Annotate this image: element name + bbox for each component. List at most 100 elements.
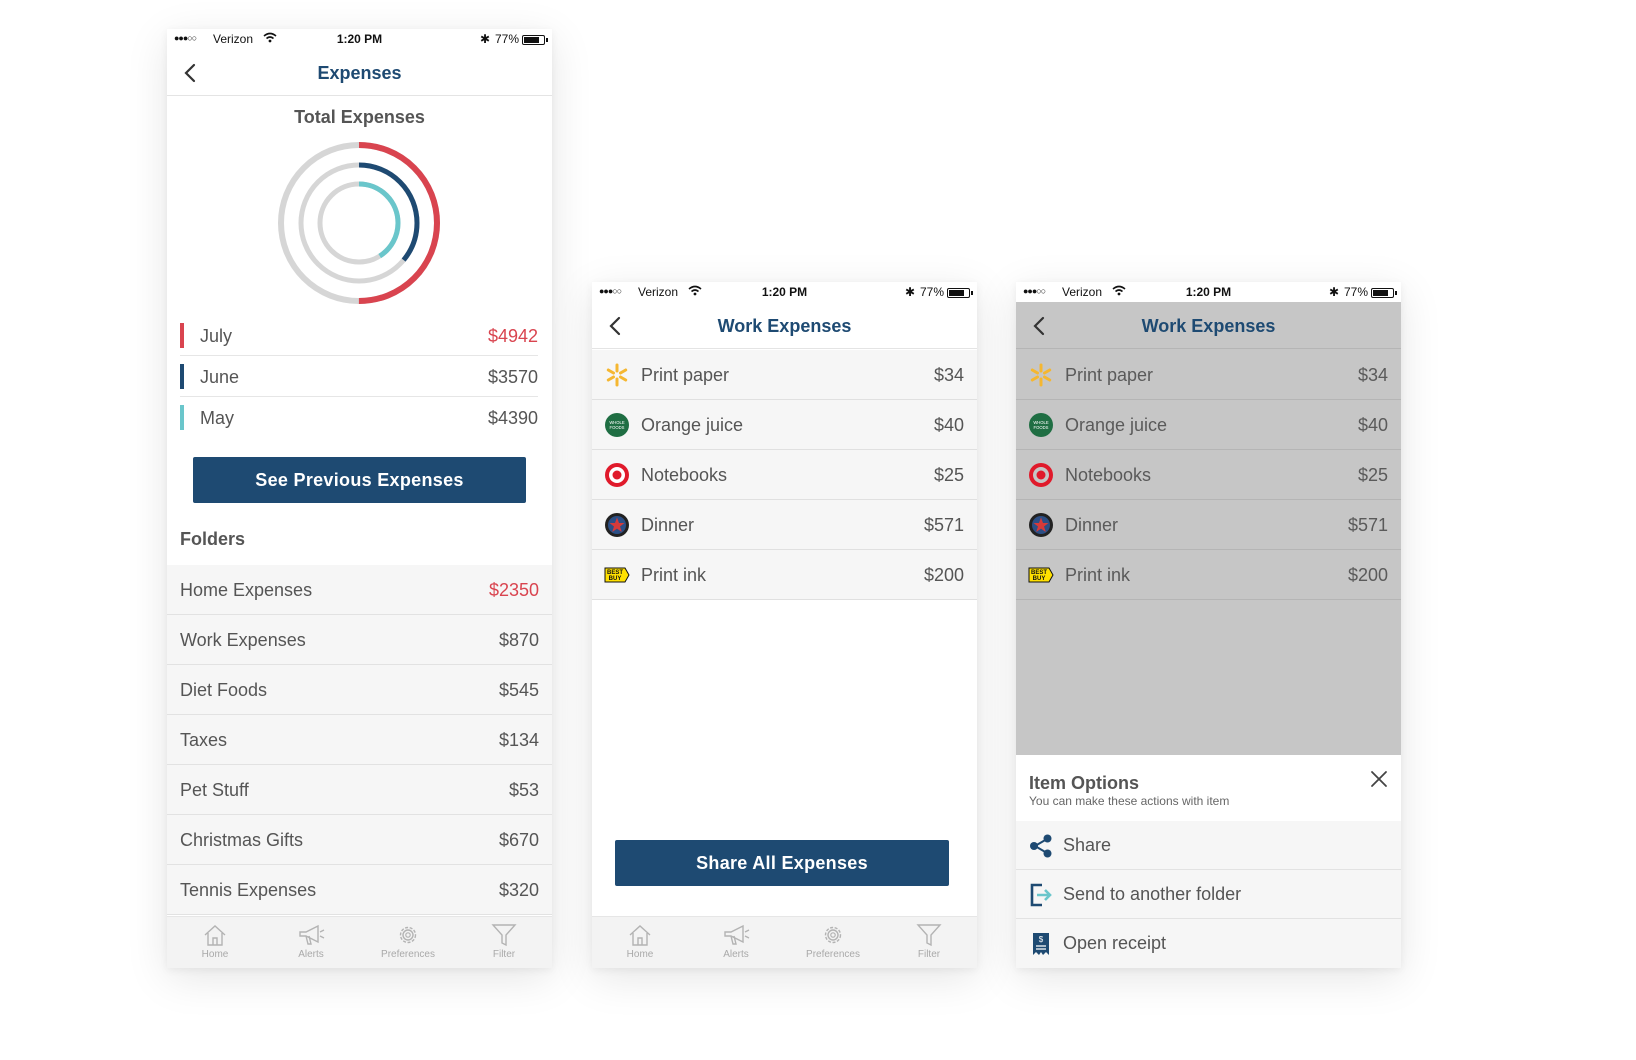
- tab-alerts[interactable]: Alerts: [263, 923, 359, 960]
- folder-amount: $870: [498, 630, 539, 650]
- item-amount: $571: [1347, 515, 1388, 535]
- gear-icon: [399, 926, 417, 944]
- item-options-screen: ●●●○○ Verizon 1:20 PM ✱ 77% Work Expense…: [1016, 282, 1401, 968]
- svg-text:BUY: BUY: [609, 576, 622, 582]
- item-label: Dinner: [1065, 515, 1119, 535]
- tab-bar: Home Alerts Preferences Filter: [592, 916, 977, 968]
- bluetooth-icon: ✱: [1328, 285, 1339, 299]
- receipt-icon: $: [1033, 933, 1049, 955]
- tab-label: Preferences: [381, 949, 435, 960]
- svg-text:FOODS: FOODS: [610, 425, 625, 430]
- item-label: Notebooks: [641, 465, 728, 485]
- tab-label: Home: [201, 949, 229, 960]
- month-amount: $4942: [487, 326, 538, 346]
- folder-label: Pet Stuff: [180, 780, 249, 800]
- battery-icon: [522, 35, 548, 45]
- item-label: Notebooks: [1065, 465, 1152, 485]
- tab-label: Alerts: [298, 949, 324, 960]
- page-title: Work Expenses: [717, 316, 852, 336]
- tab-label: Preferences: [806, 949, 860, 960]
- home-icon: [629, 925, 651, 946]
- tab-home[interactable]: Home: [167, 923, 263, 960]
- svg-text:$: $: [1039, 935, 1044, 944]
- folder-label: Taxes: [180, 730, 228, 750]
- item-amount: $34: [1357, 365, 1388, 385]
- star-badge-logo-icon: [605, 513, 629, 537]
- tab-preferences[interactable]: Preferences: [360, 923, 456, 960]
- tab-filter[interactable]: Filter: [881, 923, 977, 960]
- expense-row-notebooks[interactable]: Notebooks $25: [1016, 450, 1401, 500]
- expense-rings-chart: [278, 142, 440, 304]
- battery-percent: 77%: [1343, 285, 1368, 299]
- expense-row-dinner[interactable]: Dinner $571: [592, 500, 977, 550]
- sheet-subtitle: You can make these actions with item: [1029, 794, 1230, 808]
- page-title: Expenses: [317, 63, 402, 83]
- sheet-title: Item Options: [1029, 773, 1140, 793]
- status-bar: ●●●○○ Verizon 1:20 PM ✱ 77%: [592, 282, 977, 302]
- target-logo-icon: [605, 463, 629, 487]
- expense-item-list: Print paper $34 WHOLE FOODS Orange juice …: [592, 350, 977, 600]
- folder-row-work-expenses[interactable]: Work Expenses $870: [167, 615, 552, 665]
- tab-filter[interactable]: Filter: [456, 923, 552, 960]
- options-list: Share Send to another folder $ Open rece…: [1016, 821, 1401, 968]
- expense-row-print-paper[interactable]: Print paper $34: [592, 350, 977, 400]
- month-amount: $4390: [487, 408, 538, 428]
- month-row-july[interactable]: July $4942: [180, 315, 538, 356]
- expense-row-orange-juice[interactable]: WHOLE FOODS Orange juice $40: [592, 400, 977, 450]
- see-previous-expenses-button[interactable]: See Previous Expenses: [193, 457, 526, 503]
- tab-label: Home: [626, 949, 654, 960]
- star-badge-logo-icon: [1029, 513, 1053, 537]
- walmart-logo-icon: [606, 363, 628, 387]
- work-expenses-screen: ●●●○○ Verizon 1:20 PM ✱ 77% Work Expense…: [592, 282, 977, 968]
- expense-item-list: Print paper $34 WHOLE FOODS Orange juice …: [1016, 350, 1401, 600]
- folder-label: Christmas Gifts: [180, 830, 304, 850]
- tab-home[interactable]: Home: [592, 923, 688, 960]
- folder-row-home-expenses[interactable]: Home Expenses $2350: [167, 565, 552, 615]
- whole-foods-logo-icon: WHOLEFOODS: [605, 413, 629, 437]
- legend-swatch: [180, 405, 184, 430]
- svg-text:BUY: BUY: [1033, 576, 1046, 582]
- folder-row-pet-stuff[interactable]: Pet Stuff $53: [167, 765, 552, 815]
- option-open-receipt[interactable]: $ Open receipt: [1016, 919, 1401, 968]
- month-amount: $3570: [487, 367, 538, 387]
- close-icon[interactable]: [1369, 769, 1389, 789]
- expense-row-orange-juice[interactable]: WHOLE FOODS Orange juice $40: [1016, 400, 1401, 450]
- option-share[interactable]: Share: [1016, 821, 1401, 870]
- item-label: Print paper: [641, 365, 730, 385]
- share-all-expenses-button[interactable]: Share All Expenses: [615, 840, 949, 886]
- expense-row-print-paper[interactable]: Print paper $34: [1016, 350, 1401, 400]
- month-label: June: [200, 367, 240, 387]
- option-send-to-another-folder[interactable]: Send to another folder: [1016, 870, 1401, 919]
- bluetooth-icon: ✱: [904, 285, 915, 299]
- option-label: Send to another folder: [1063, 884, 1242, 904]
- tab-preferences[interactable]: Preferences: [785, 923, 881, 960]
- expense-row-notebooks[interactable]: Notebooks $25: [592, 450, 977, 500]
- legend-swatch: [180, 364, 184, 389]
- folder-row-taxes[interactable]: Taxes $134: [167, 715, 552, 765]
- item-label: Orange juice: [1065, 415, 1168, 435]
- expense-row-print-ink[interactable]: BEST BUY Print ink $200: [592, 550, 977, 600]
- target-logo-icon: [1029, 463, 1053, 487]
- folder-amount: $53: [508, 780, 539, 800]
- home-icon: [204, 925, 226, 946]
- folder-amount: $134: [498, 730, 539, 750]
- filter-icon: [491, 924, 517, 947]
- folder-row-tennis-expenses[interactable]: Tennis Expenses $320: [167, 865, 552, 915]
- month-list: July $4942 June $3570 May $4390: [180, 315, 538, 438]
- folder-row-diet-foods[interactable]: Diet Foods $545: [167, 665, 552, 715]
- month-row-may[interactable]: May $4390: [180, 397, 538, 438]
- expense-row-print-ink[interactable]: BEST BUY Print ink $200: [1016, 550, 1401, 600]
- item-amount: $25: [933, 465, 964, 485]
- month-row-june[interactable]: June $3570: [180, 356, 538, 397]
- tab-label: Alerts: [723, 949, 749, 960]
- item-amount: $34: [933, 365, 964, 385]
- item-amount: $571: [923, 515, 964, 535]
- folder-row-christmas-gifts[interactable]: Christmas Gifts $670: [167, 815, 552, 865]
- expense-row-dinner[interactable]: Dinner $571: [1016, 500, 1401, 550]
- nav-bar: Expenses: [167, 49, 552, 96]
- folder-amount: $320: [498, 880, 539, 900]
- folder-amount: $670: [498, 830, 539, 850]
- total-expenses-title: Total Expenses: [294, 107, 425, 127]
- move-to-folder-icon: [1030, 883, 1052, 907]
- tab-alerts[interactable]: Alerts: [688, 923, 784, 960]
